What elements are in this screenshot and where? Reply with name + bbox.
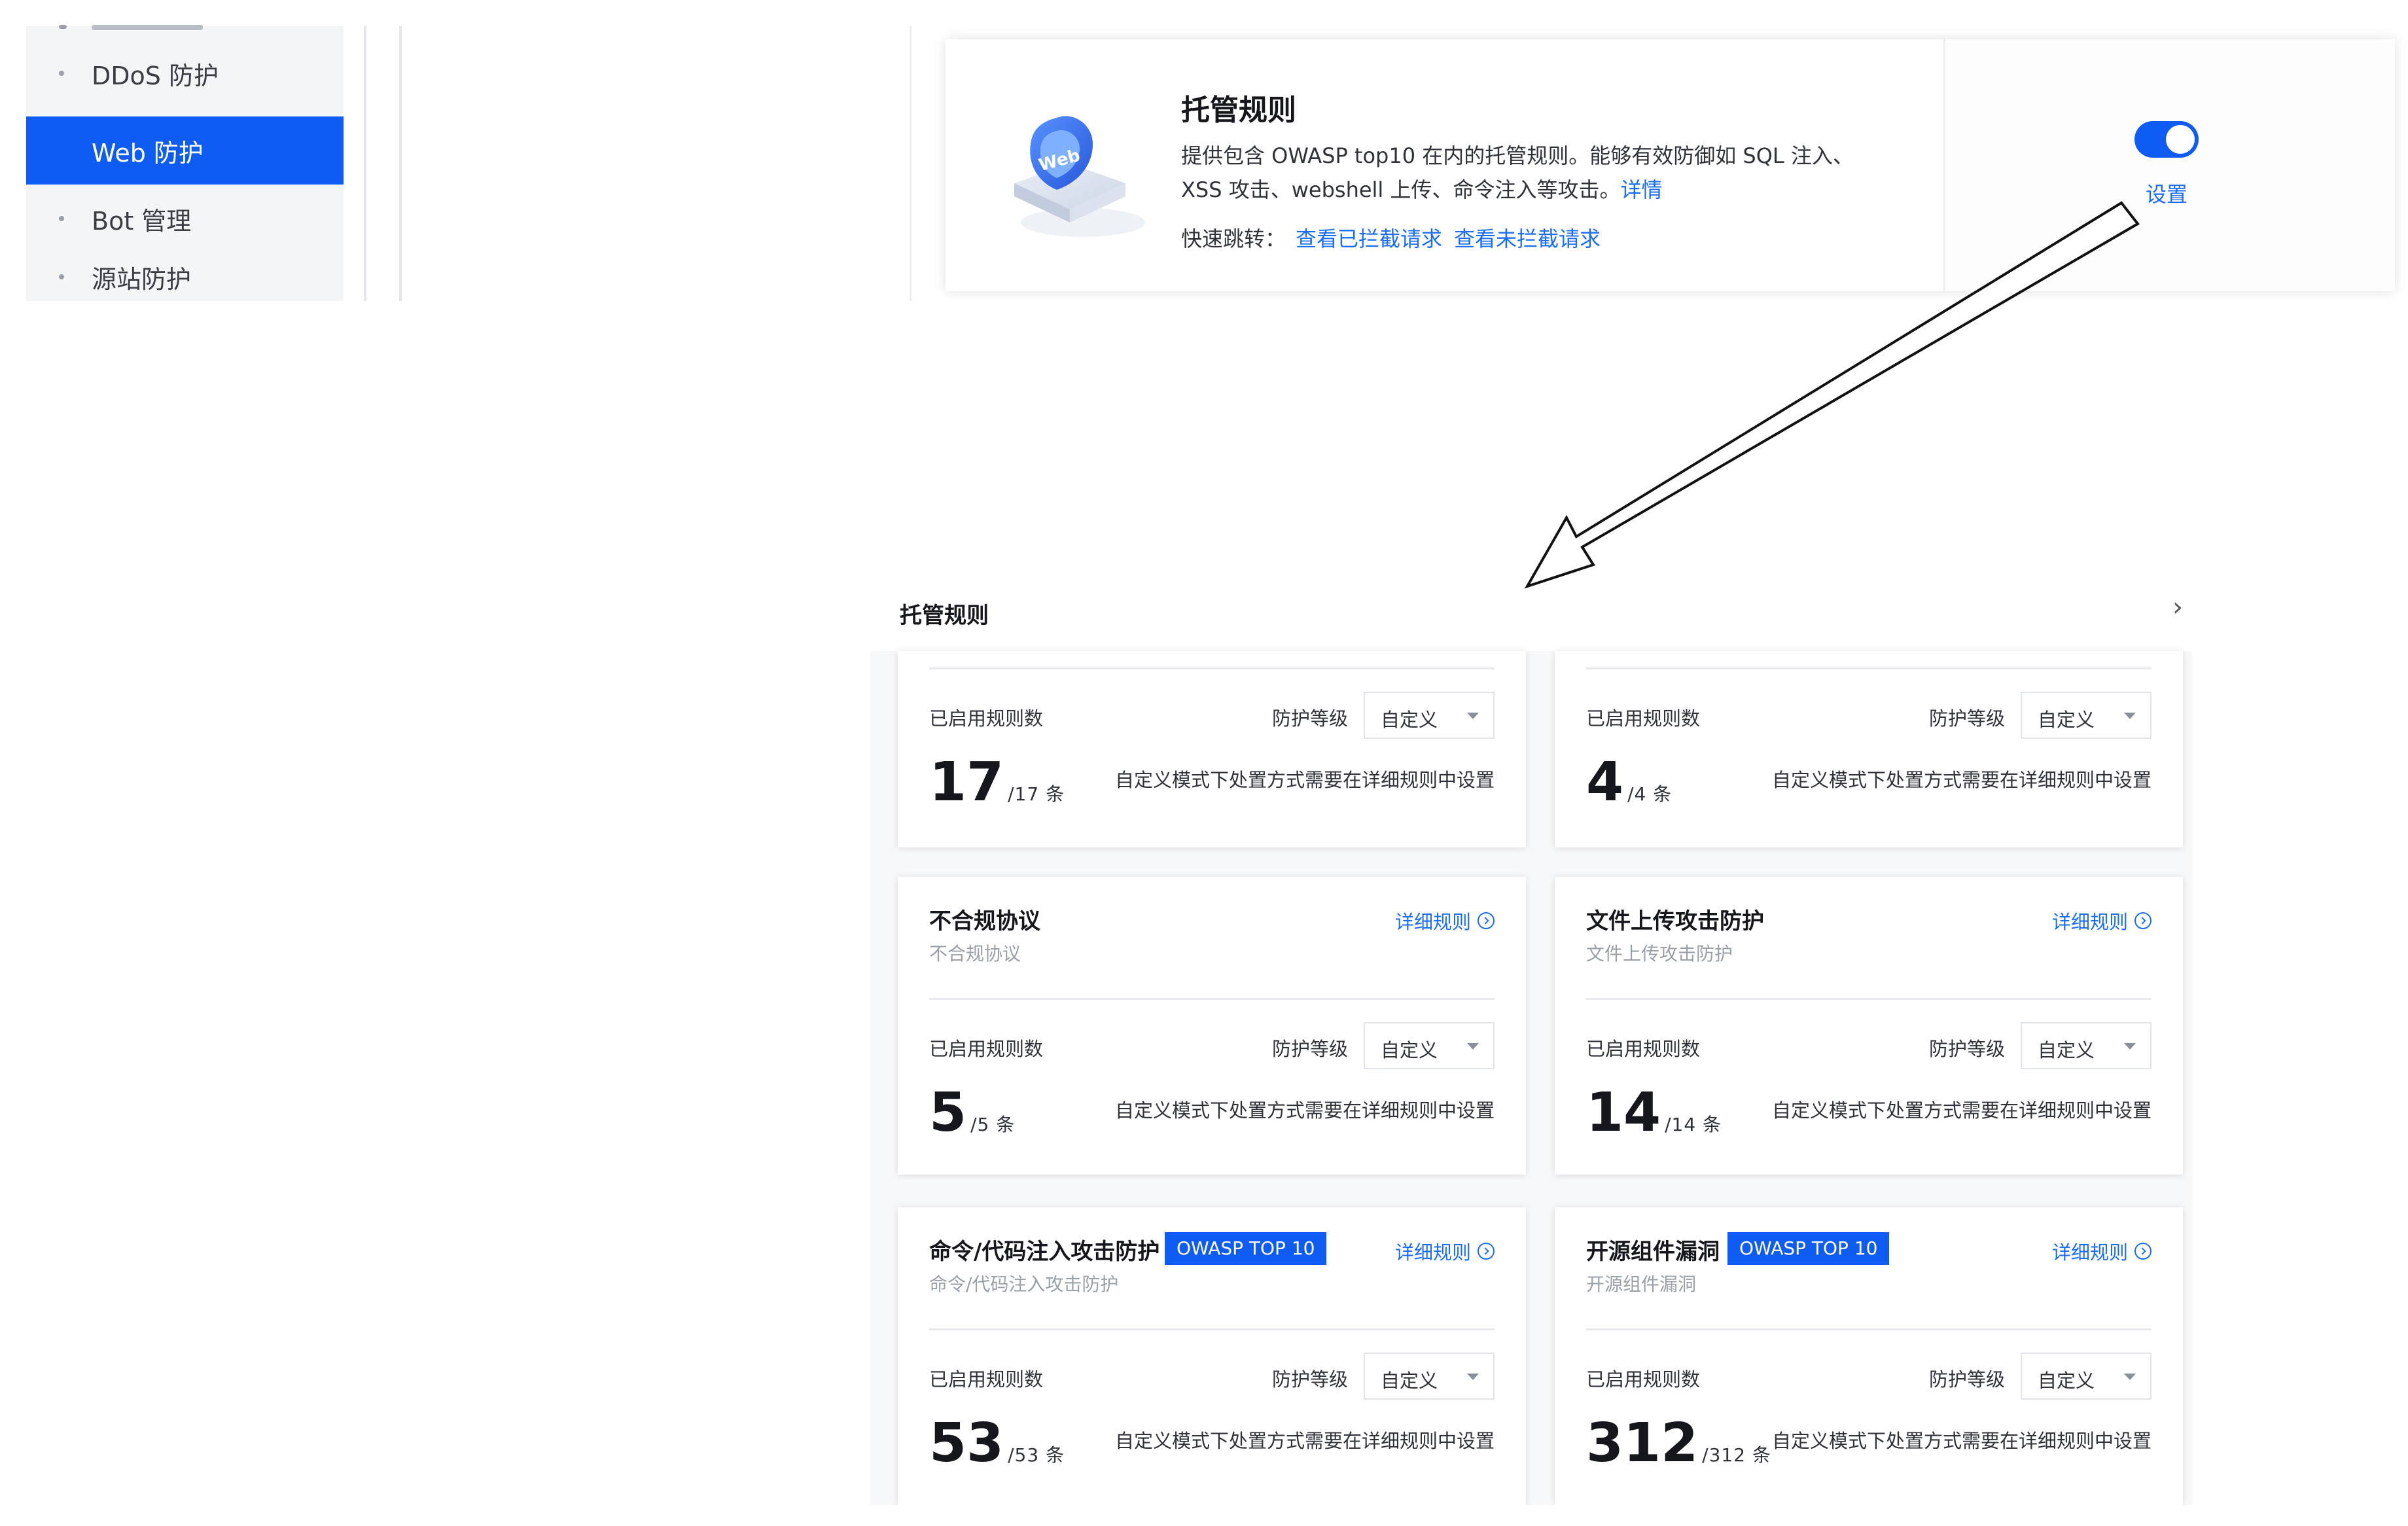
sidebar-cropped-item [26, 25, 344, 33]
protection-level-select[interactable]: 自定义 [2021, 1022, 2151, 1069]
custom-mode-note: 自定义模式下处置方式需要在详细规则中设置 [1771, 1099, 2151, 1122]
protection-level-select[interactable]: 自定义 [1364, 692, 1495, 739]
sidebar-item-label: DDoS 防护 [92, 61, 219, 90]
rule-card-noncompliant-protocol: 不合规协议 不合规协议 详细规则 已启用规则数 防护等级 自定义 5/5 条 自… [898, 877, 1526, 1175]
protection-level-label: 防护等级 [1928, 1038, 2005, 1060]
rule-card-open-source-vuln: 开源组件漏洞 OWASP TOP 10 开源组件漏洞 详细规则 已启用规则数 防… [1555, 1207, 2183, 1505]
enabled-rule-count: 14/14 条 [1586, 1082, 1722, 1144]
custom-mode-note: 自定义模式下处置方式需要在详细规则中设置 [1114, 1430, 1495, 1452]
rule-card-subtitle: 文件上传攻击防护 [1586, 943, 1733, 965]
rule-card-subtitle: 命令/代码注入攻击防护 [929, 1273, 1119, 1295]
bullet-icon [59, 71, 64, 76]
toggle-knob [2166, 125, 2195, 154]
annotation-arrow-icon [1524, 201, 2140, 589]
custom-mode-note: 自定义模式下处置方式需要在详细规则中设置 [1771, 1430, 2151, 1452]
content-divider [910, 26, 912, 301]
chevron-right-icon[interactable]: › [2172, 592, 2183, 622]
protection-level-label: 防护等级 [1271, 1368, 1348, 1391]
arrow-circle-icon [2134, 1243, 2151, 1260]
caret-down-icon [1467, 1043, 1479, 1050]
bullet-icon [59, 274, 64, 279]
managed-rules-toggle[interactable] [2134, 121, 2199, 158]
detail-rules-link[interactable]: 详细规则 [2052, 907, 2151, 934]
rule-card-title: 命令/代码注入攻击防护 [929, 1239, 1160, 1265]
detail-rules-link[interactable]: 详细规则 [2052, 1237, 2151, 1265]
enabled-rules-label: 已启用规则数 [1586, 1038, 1701, 1060]
owasp-badge: OWASP TOP 10 [1165, 1232, 1327, 1265]
sidebar-divider [399, 26, 402, 301]
rule-card-file-upload: 文件上传攻击防护 文件上传攻击防护 详细规则 已启用规则数 防护等级 自定义 1… [1555, 877, 2183, 1175]
enabled-rules-label: 已启用规则数 [1586, 1368, 1701, 1391]
bullet-icon [59, 148, 64, 153]
caret-down-icon [1467, 1374, 1479, 1380]
enabled-rules-label: 已启用规则数 [929, 1038, 1044, 1060]
rule-card-title: 文件上传攻击防护 [1586, 908, 1764, 934]
protection-level-label: 防护等级 [1271, 707, 1348, 730]
arrow-circle-icon [1478, 912, 1495, 929]
protection-level-label: 防护等级 [1928, 707, 2005, 730]
crop-edge [851, 1505, 2408, 1526]
panel-title: 托管规则 [900, 603, 989, 629]
caret-down-icon [2124, 1043, 2136, 1050]
custom-mode-note: 自定义模式下处置方式需要在详细规则中设置 [1771, 769, 2151, 791]
rule-card-command-injection: 命令/代码注入攻击防护 OWASP TOP 10 命令/代码注入攻击防护 详细规… [898, 1207, 1526, 1505]
protection-level-select[interactable]: 自定义 [1364, 1022, 1495, 1069]
enabled-rule-count: 4/4 条 [1586, 751, 1673, 813]
enabled-rule-count: 312/312 条 [1586, 1412, 1771, 1474]
rule-card-subtitle: 开源组件漏洞 [1586, 1273, 1697, 1295]
owasp-badge: OWASP TOP 10 [1727, 1232, 1890, 1265]
caret-down-icon [2124, 1374, 2136, 1380]
sidebar-item-bot[interactable]: Bot 管理 [26, 185, 344, 253]
custom-mode-note: 自定义模式下处置方式需要在详细规则中设置 [1114, 1099, 1495, 1122]
sidebar-item-origin[interactable]: 源站防护 [26, 253, 344, 301]
protection-level-select[interactable]: 自定义 [2021, 1353, 2151, 1400]
sidebar-item-ddos[interactable]: DDoS 防护 [26, 39, 344, 107]
enabled-rule-count: 53/53 条 [929, 1412, 1065, 1474]
custom-mode-note: 自定义模式下处置方式需要在详细规则中设置 [1114, 769, 1495, 791]
bullet-icon [59, 216, 64, 221]
view-blocked-requests-link[interactable]: 查看已拦截请求 [1296, 222, 1442, 253]
rule-card-subtitle: 不合规协议 [929, 943, 1021, 965]
sidebar-item-label: Bot 管理 [92, 206, 192, 236]
enabled-rules-label: 已启用规则数 [929, 707, 1044, 730]
enabled-rule-count: 17/17 条 [929, 751, 1065, 813]
rule-card-title: 开源组件漏洞 [1586, 1239, 1720, 1265]
caret-down-icon [2124, 713, 2136, 719]
managed-rules-title: 托管规则 [1181, 94, 1296, 127]
sidebar-nav: DDoS 防护 Web 防护 Bot 管理 源站防护 [26, 26, 344, 301]
enabled-rule-count: 5/5 条 [929, 1082, 1016, 1144]
rule-card: 已启用规则数 防护等级 自定义 4/4 条 自定义模式下处置方式需要在详细规则中… [1555, 651, 2183, 847]
detail-rules-link[interactable]: 详细规则 [1395, 1237, 1495, 1265]
quick-jump-label: 快速跳转： [1181, 226, 1286, 251]
enabled-rules-label: 已启用规则数 [929, 1368, 1044, 1391]
web-shield-icon: Web [1014, 116, 1145, 237]
description-line-1: 提供包含 OWASP top10 在内的托管规则。能够有效防御如 SQL 注入、 [1181, 143, 1854, 168]
arrow-circle-icon [1478, 1243, 1495, 1260]
protection-level-label: 防护等级 [1271, 1038, 1348, 1060]
sidebar-item-web[interactable]: Web 防护 [26, 116, 344, 185]
protection-level-label: 防护等级 [1928, 1368, 2005, 1391]
arrow-circle-icon [2134, 912, 2151, 929]
rule-card-title: 不合规协议 [929, 908, 1040, 934]
protection-level-select[interactable]: 自定义 [2021, 692, 2151, 739]
sidebar-item-label: 源站防护 [92, 264, 192, 294]
rule-card: 已启用规则数 防护等级 自定义 17/17 条 自定义模式下处置方式需要在详细规… [898, 651, 1526, 847]
sidebar-scrollbar[interactable] [364, 26, 366, 301]
protection-level-select[interactable]: 自定义 [1364, 1353, 1495, 1400]
sidebar-item-label: Web 防护 [92, 138, 204, 168]
caret-down-icon [1467, 713, 1479, 719]
detail-rules-link[interactable]: 详细规则 [1395, 907, 1495, 934]
enabled-rules-label: 已启用规则数 [1586, 707, 1701, 730]
